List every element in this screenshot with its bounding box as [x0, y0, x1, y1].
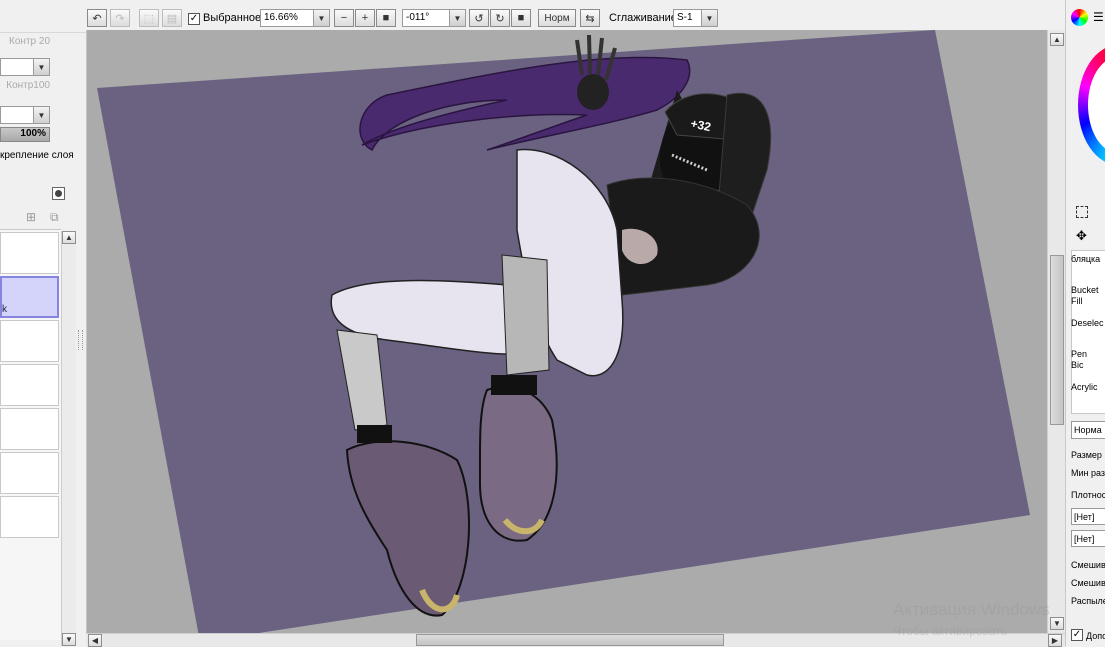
scroll-up-icon[interactable]: ▲: [1050, 33, 1064, 46]
redo-icon[interactable]: ↷: [110, 9, 130, 27]
flip-icon[interactable]: ⇆: [580, 9, 600, 27]
extra-checkbox[interactable]: ✓: [1071, 629, 1083, 641]
extra-label: Допо: [1086, 631, 1105, 641]
mix-label-2: Смешива: [1071, 578, 1105, 588]
layer-scrollbar[interactable]: ▲ ▼: [61, 231, 76, 646]
layer-item[interactable]: [0, 364, 59, 406]
chevron-down-icon[interactable]: ▼: [33, 59, 49, 75]
panel-splitter[interactable]: [78, 330, 83, 350]
copy-layer-icon[interactable]: ⧉: [50, 210, 64, 224]
blend-mode-select[interactable]: Норма: [1071, 421, 1105, 439]
scroll-thumb[interactable]: [416, 634, 724, 646]
min-size-label: Мин раз: [1071, 468, 1105, 478]
texture-select-1[interactable]: [Нет]: [1071, 508, 1105, 525]
contrast-field-1[interactable]: Контр 20: [0, 36, 50, 51]
deselect-icon[interactable]: ⬚: [139, 9, 159, 27]
undo-icon[interactable]: ↶: [87, 9, 107, 27]
smoothing-value: S-1: [677, 12, 693, 23]
menu-icon[interactable]: ☰: [1093, 10, 1104, 24]
new-layer-icon[interactable]: ⊞: [26, 210, 40, 224]
layer-pin-label: крепление слоя: [0, 150, 74, 161]
chevron-down-icon[interactable]: ▼: [33, 107, 49, 123]
scroll-thumb[interactable]: [1050, 255, 1064, 425]
contrast-field-2[interactable]: Контр100: [0, 80, 50, 95]
selected-label: Выбранное: [203, 12, 262, 24]
shoe-right: [478, 385, 558, 542]
canvas-area[interactable]: +32: [86, 30, 1048, 633]
scroll-down-icon[interactable]: ▼: [1050, 617, 1064, 630]
layer-item[interactable]: [0, 496, 59, 538]
layer-item[interactable]: [0, 408, 59, 450]
artwork: +32: [97, 30, 1030, 633]
zoom-value: 16.66%: [264, 12, 298, 23]
zoom-in-icon[interactable]: +: [355, 9, 375, 27]
left-panel: ▼ Контр 20 ▼ Контр100 ▼ 100% крепление с…: [0, 0, 83, 646]
texture-select-2[interactable]: [Нет]: [1071, 530, 1105, 547]
opacity-slider[interactable]: 100%: [0, 127, 50, 142]
color-wheel-icon[interactable]: [1071, 9, 1088, 26]
smoothing-label: Сглаживание: [609, 12, 677, 24]
mask-layer-button[interactable]: [52, 187, 65, 200]
scroll-up-icon[interactable]: ▲: [62, 231, 76, 244]
chevron-down-icon[interactable]: ▼: [701, 10, 717, 26]
move-icon[interactable]: ✥: [1076, 228, 1087, 244]
transform-icon[interactable]: ▤: [162, 9, 182, 27]
top-toolbar: ↶ ↷ ⬚ ▤ ✓ Выбранное 16.66% ▼ − + ■ -011°…: [0, 0, 1105, 33]
density-label: Плотнос: [1071, 490, 1105, 500]
rect-select-icon[interactable]: [1076, 206, 1088, 218]
layer-item[interactable]: [0, 320, 59, 362]
zoom-reset-icon[interactable]: ■: [376, 9, 396, 27]
spray-label: Распыле: [1071, 596, 1105, 606]
sock-right: [491, 375, 537, 395]
rotate-right-icon[interactable]: ↻: [490, 9, 510, 27]
activation-watermark-title: Активация Windows: [893, 600, 1050, 619]
canvas-vertical-scrollbar[interactable]: ▲ ▼: [1047, 30, 1066, 633]
layer-mode-select[interactable]: ▼: [0, 58, 50, 76]
zoom-out-icon[interactable]: −: [334, 9, 354, 27]
zoom-select[interactable]: 16.66% ▼: [260, 9, 330, 27]
selected-checkbox[interactable]: ✓: [188, 13, 200, 25]
layer-item[interactable]: [0, 452, 59, 494]
rotation-select[interactable]: -011° ▼: [402, 9, 466, 27]
tool-item[interactable]: бляцка: [1071, 254, 1105, 265]
blend-mode-select[interactable]: ▼: [0, 106, 50, 124]
smoothing-select[interactable]: S-1 ▼: [673, 9, 718, 27]
layer-name: k: [2, 304, 7, 315]
layer-item-active[interactable]: k: [0, 276, 59, 318]
activation-watermark-text: Чтобы активировать: [893, 624, 1007, 638]
color-wheel[interactable]: [1078, 45, 1105, 165]
rotate-reset-icon[interactable]: ■: [511, 9, 531, 27]
scroll-right-icon[interactable]: ▶: [1048, 634, 1062, 647]
chevron-down-icon[interactable]: ▼: [449, 10, 465, 26]
norm-button[interactable]: Норм: [538, 9, 576, 27]
chevron-down-icon[interactable]: ▼: [313, 10, 329, 26]
sock-left: [357, 425, 392, 443]
rotate-left-icon[interactable]: ↺: [469, 9, 489, 27]
size-label: Размер: [1071, 450, 1102, 460]
pants-lower-right: [501, 254, 550, 376]
scroll-down-icon[interactable]: ▼: [62, 633, 76, 646]
tool-item[interactable]: Deselec: [1071, 318, 1105, 329]
mix-label-1: Смешива: [1071, 560, 1105, 570]
tool-item[interactable]: Pen Bic: [1071, 349, 1096, 371]
tool-item[interactable]: Bucket Fill: [1071, 285, 1101, 307]
scroll-left-icon[interactable]: ◀: [88, 634, 102, 647]
rotation-value: -011°: [406, 12, 430, 23]
right-panel: ☰ ✥ бляцка Bucket Fill Deselec Pen Bic A…: [1065, 0, 1105, 646]
tool-item[interactable]: Acrylic: [1071, 382, 1105, 393]
layer-item[interactable]: [0, 232, 59, 274]
